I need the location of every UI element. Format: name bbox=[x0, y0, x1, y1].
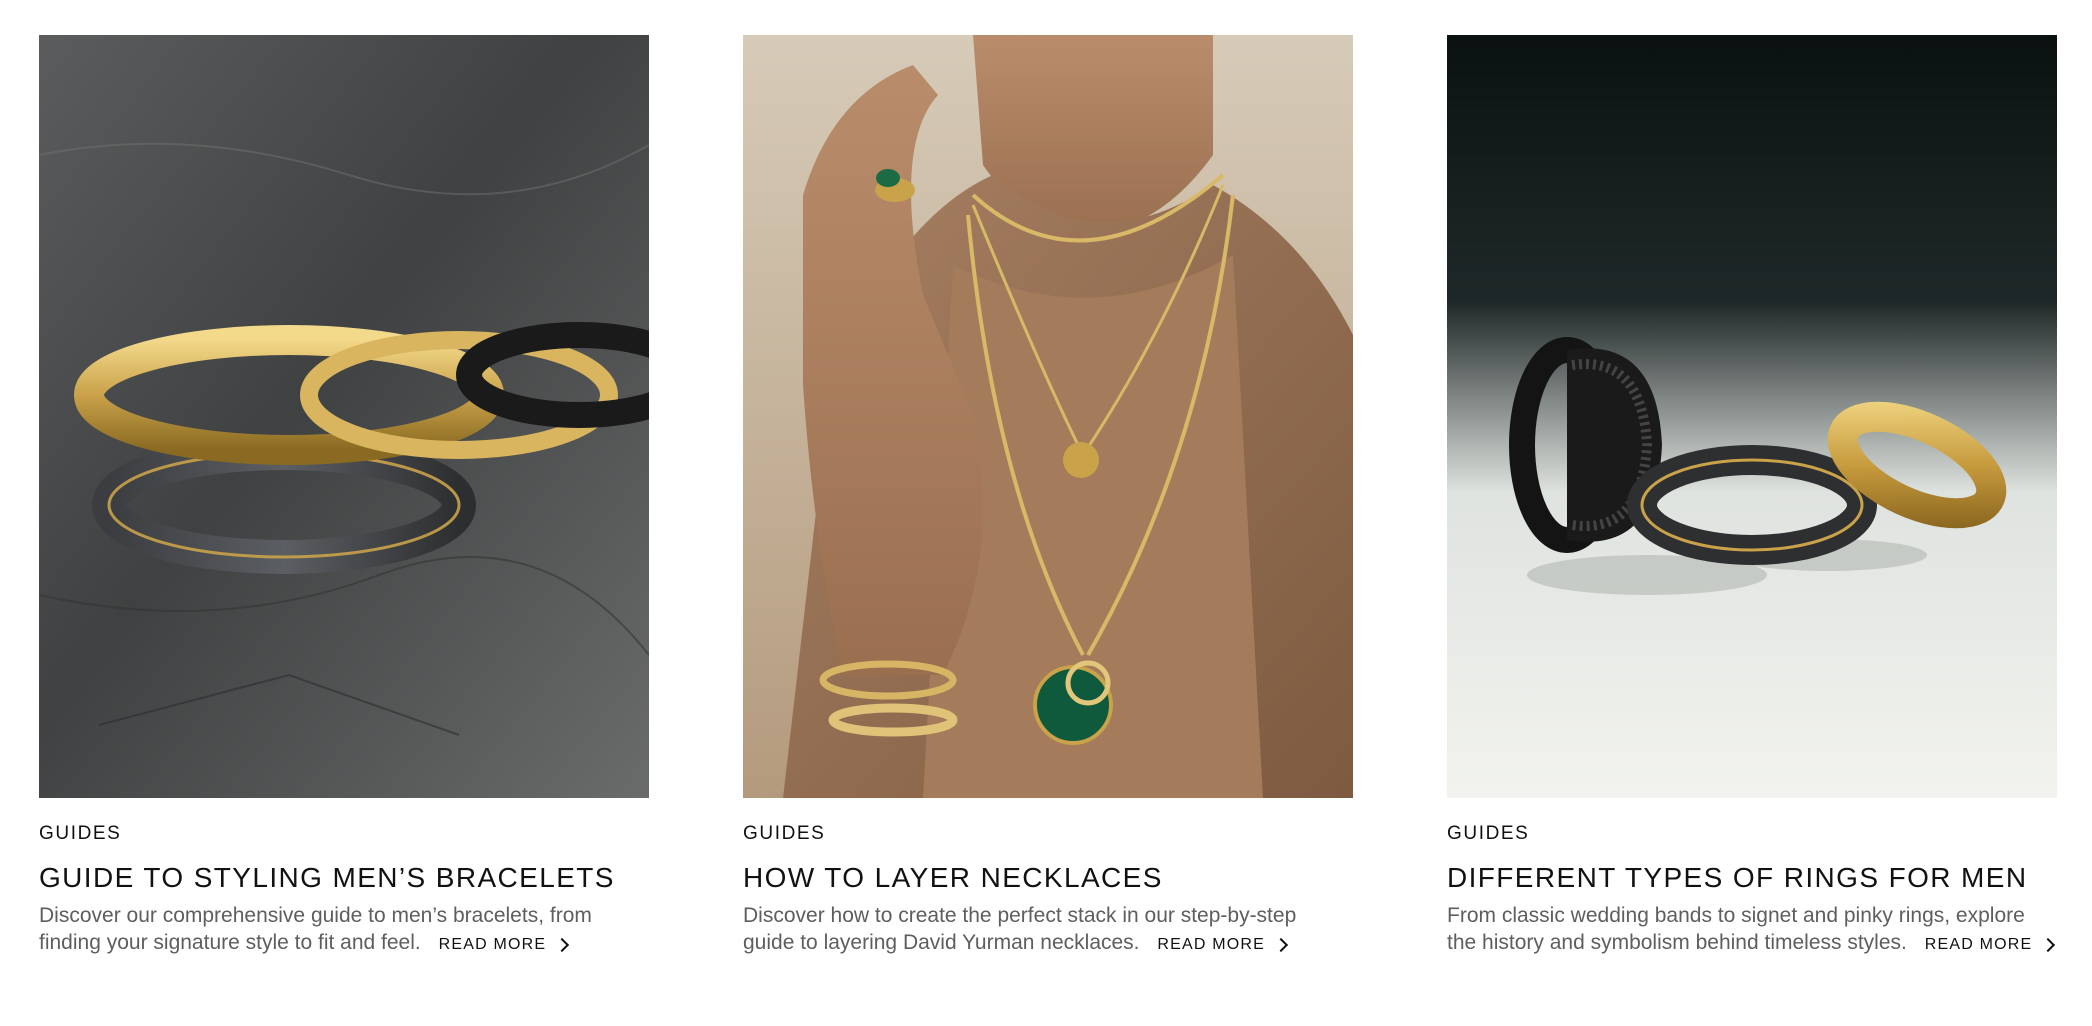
article-image-rings[interactable] bbox=[1447, 35, 2057, 798]
read-more-label: READ MORE bbox=[1924, 936, 2033, 953]
category-label: GUIDES bbox=[1447, 823, 1530, 844]
bracelets-photo bbox=[39, 35, 649, 798]
article-title[interactable]: GUIDE TO STYLING MEN’S BRACELETS bbox=[39, 861, 649, 895]
article-description: Discover our comprehensive guide to men’… bbox=[39, 902, 649, 958]
chevron-right-icon bbox=[1273, 937, 1289, 952]
category-label: GUIDES bbox=[39, 823, 122, 844]
necklaces-photo bbox=[743, 35, 1353, 798]
read-more-link[interactable]: READ MORE bbox=[1157, 931, 1289, 958]
read-more-link[interactable]: READ MORE bbox=[438, 931, 570, 958]
chevron-right-icon bbox=[2041, 937, 2056, 952]
article-card: GUIDES HOW TO LAYER NECKLACES Discover h… bbox=[743, 35, 1353, 958]
read-more-label: READ MORE bbox=[438, 936, 547, 953]
category-label: GUIDES bbox=[743, 823, 826, 844]
article-image-necklaces[interactable] bbox=[743, 35, 1353, 798]
article-description: Discover how to create the perfect stack… bbox=[743, 902, 1353, 958]
article-title[interactable]: DIFFERENT TYPES OF RINGS FOR MEN bbox=[1447, 861, 2057, 895]
article-card: GUIDES GUIDE TO STYLING MEN’S BRACELETS … bbox=[39, 35, 649, 958]
rings-photo bbox=[1447, 35, 2057, 798]
read-more-link[interactable]: READ MORE bbox=[1924, 931, 2056, 958]
article-image-bracelets[interactable] bbox=[39, 35, 649, 798]
read-more-label: READ MORE bbox=[1157, 936, 1266, 953]
article-description: From classic wedding bands to signet and… bbox=[1447, 902, 2057, 958]
article-card: GUIDES DIFFERENT TYPES OF RINGS FOR MEN … bbox=[1447, 35, 2057, 958]
article-card-grid: GUIDES GUIDE TO STYLING MEN’S BRACELETS … bbox=[39, 35, 2057, 958]
article-title[interactable]: HOW TO LAYER NECKLACES bbox=[743, 861, 1353, 895]
chevron-right-icon bbox=[555, 937, 570, 952]
